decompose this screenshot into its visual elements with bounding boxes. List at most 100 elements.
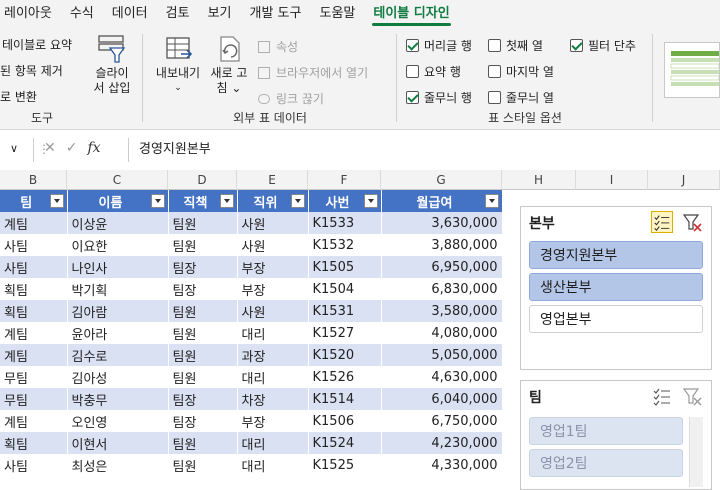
cell-name[interactable]: 이요한 xyxy=(67,234,169,256)
col-header-i[interactable]: I xyxy=(576,170,648,190)
slicer-item[interactable]: 경영지원본부 xyxy=(529,241,703,269)
cell-employee-id[interactable]: K1505 xyxy=(308,256,382,278)
open-in-browser-button[interactable]: 브라우저에서 열기 xyxy=(258,64,368,81)
cell-rank[interactable]: 과장 xyxy=(237,344,309,366)
cell-name[interactable]: 윤아라 xyxy=(67,322,169,344)
cell-salary[interactable]: 3,880,000 xyxy=(381,234,503,256)
cell-position[interactable]: 팀장 xyxy=(168,410,238,432)
cancel-icon[interactable]: ✕ xyxy=(44,140,56,156)
cell-name[interactable]: 김아성 xyxy=(67,366,169,388)
header-team[interactable]: 팀 xyxy=(0,190,68,212)
multi-select-icon[interactable] xyxy=(651,211,673,233)
total-row-checkbox[interactable]: 요약 행 xyxy=(406,63,461,80)
cell-name[interactable]: 박충무 xyxy=(67,388,169,410)
first-column-checkbox[interactable]: 첫째 열 xyxy=(488,37,543,54)
cell-salary[interactable]: 4,330,000 xyxy=(381,454,503,476)
cell-salary[interactable]: 4,230,000 xyxy=(381,432,503,454)
cell-salary[interactable]: 6,750,000 xyxy=(381,410,503,432)
banded-rows-checkbox[interactable]: 줄무늬 행 xyxy=(406,89,472,106)
cell-rank[interactable]: 부장 xyxy=(237,278,309,300)
name-box-chevron-icon[interactable]: ∨ xyxy=(10,142,18,155)
cell-position[interactable]: 팀원 xyxy=(168,366,238,388)
cell-position[interactable]: 팀원 xyxy=(168,234,238,256)
tab-developer[interactable]: 개발 도구 xyxy=(241,0,311,28)
cell-rank[interactable]: 부장 xyxy=(237,256,309,278)
slicer-scrollbar[interactable] xyxy=(689,417,703,487)
cell-employee-id[interactable]: K1514 xyxy=(308,388,382,410)
cell-position[interactable]: 팀원 xyxy=(168,432,238,454)
filter-dropdown-icon[interactable] xyxy=(484,194,499,208)
worksheet-grid[interactable]: 팀 이름 직책 직위 사번 월급여 계팀 이상윤 팀원 사원 K1533 3,630,00… xyxy=(0,190,720,490)
unlink-button[interactable]: 링크 끊기 xyxy=(258,90,324,107)
cell-name[interactable]: 최성은 xyxy=(67,454,169,476)
col-header-f[interactable]: F xyxy=(308,170,381,190)
cell-team[interactable]: 획팀 xyxy=(0,432,68,454)
cell-employee-id[interactable]: K1520 xyxy=(308,344,382,366)
tab-data[interactable]: 데이터 xyxy=(103,0,157,28)
export-button[interactable]: 내보내기 ⌄ xyxy=(150,34,206,96)
cell-salary[interactable]: 6,830,000 xyxy=(381,278,503,300)
cell-employee-id[interactable]: K1526 xyxy=(308,366,382,388)
cell-employee-id[interactable]: K1527 xyxy=(308,322,382,344)
name-box[interactable]: ∨ xyxy=(0,138,34,162)
cell-employee-id[interactable]: K1532 xyxy=(308,234,382,256)
cell-name[interactable]: 이현서 xyxy=(67,432,169,454)
header-employee-id[interactable]: 사번 xyxy=(308,190,382,212)
slicer-item[interactable]: 영업1팀 xyxy=(529,417,683,445)
cell-position[interactable]: 팀원 xyxy=(168,300,238,322)
refresh-button[interactable]: 새로 고 침 ⌄ xyxy=(206,34,252,96)
filter-dropdown-icon[interactable] xyxy=(219,194,234,208)
cell-rank[interactable]: 대리 xyxy=(237,322,309,344)
col-header-d[interactable]: D xyxy=(168,170,237,190)
clear-filter-icon[interactable] xyxy=(681,211,703,233)
cell-employee-id[interactable]: K1506 xyxy=(308,410,382,432)
col-header-b[interactable]: B xyxy=(0,170,67,190)
cell-rank[interactable]: 대리 xyxy=(237,366,309,388)
cell-employee-id[interactable]: K1531 xyxy=(308,300,382,322)
summarize-with-pivot-button[interactable]: 테이블로 요약 xyxy=(2,36,72,53)
cell-salary[interactable]: 3,580,000 xyxy=(381,300,503,322)
clear-filter-icon[interactable] xyxy=(681,385,703,407)
table-style-gallery[interactable] xyxy=(664,42,720,98)
header-row-checkbox[interactable]: 머리글 행 xyxy=(406,37,472,54)
cell-team[interactable]: 계팀 xyxy=(0,212,68,234)
cell-position[interactable]: 팀원 xyxy=(168,454,238,476)
tab-table-design[interactable]: 테이블 디자인 xyxy=(364,0,458,28)
slicer-division[interactable]: 본부 경영지원본부 생산본부 영업본부 xyxy=(520,206,712,370)
cell-rank[interactable]: 사원 xyxy=(237,300,309,322)
cell-rank[interactable]: 차장 xyxy=(237,388,309,410)
remove-duplicates-button[interactable]: 된 항목 제거 xyxy=(0,62,63,79)
cell-team[interactable]: 계팀 xyxy=(0,410,68,432)
cell-team[interactable]: 계팀 xyxy=(0,322,68,344)
cell-rank[interactable]: 부장 xyxy=(237,410,309,432)
filter-dropdown-icon[interactable] xyxy=(290,194,305,208)
tab-review[interactable]: 검토 xyxy=(157,0,199,28)
col-header-g[interactable]: G xyxy=(381,170,502,190)
cell-team[interactable]: 사팀 xyxy=(0,256,68,278)
banded-columns-checkbox[interactable]: 줄무늬 열 xyxy=(488,89,554,106)
cell-name[interactable]: 김수로 xyxy=(67,344,169,366)
col-header-h[interactable]: H xyxy=(502,170,576,190)
cell-employee-id[interactable]: K1533 xyxy=(308,212,382,234)
cell-rank[interactable]: 사원 xyxy=(237,234,309,256)
filter-button-checkbox[interactable]: 필터 단추 xyxy=(570,37,636,54)
cell-team[interactable]: 계팀 xyxy=(0,344,68,366)
slicer-item[interactable]: 영업본부 xyxy=(529,305,703,333)
cell-salary[interactable]: 6,040,000 xyxy=(381,388,503,410)
col-header-j[interactable]: J xyxy=(648,170,720,190)
cell-name[interactable]: 나인사 xyxy=(67,256,169,278)
tab-view[interactable]: 보기 xyxy=(199,0,241,28)
cell-team[interactable]: 획팀 xyxy=(0,278,68,300)
cell-employee-id[interactable]: K1525 xyxy=(308,454,382,476)
cell-team[interactable]: 무팀 xyxy=(0,366,68,388)
cell-rank[interactable]: 대리 xyxy=(237,432,309,454)
tab-help[interactable]: 도움말 xyxy=(310,0,364,28)
cell-rank[interactable]: 사원 xyxy=(237,212,309,234)
cell-name[interactable]: 박기획 xyxy=(67,278,169,300)
cell-position[interactable]: 팀원 xyxy=(168,322,238,344)
convert-to-range-button[interactable]: 로 변환 xyxy=(0,88,37,105)
cell-salary[interactable]: 6,950,000 xyxy=(381,256,503,278)
slicer-team[interactable]: 팀 영업1팀 영업2팀 xyxy=(520,380,712,490)
insert-slicer-button[interactable]: 슬라이 서 삽입 xyxy=(86,34,138,96)
cell-salary[interactable]: 4,080,000 xyxy=(381,322,503,344)
